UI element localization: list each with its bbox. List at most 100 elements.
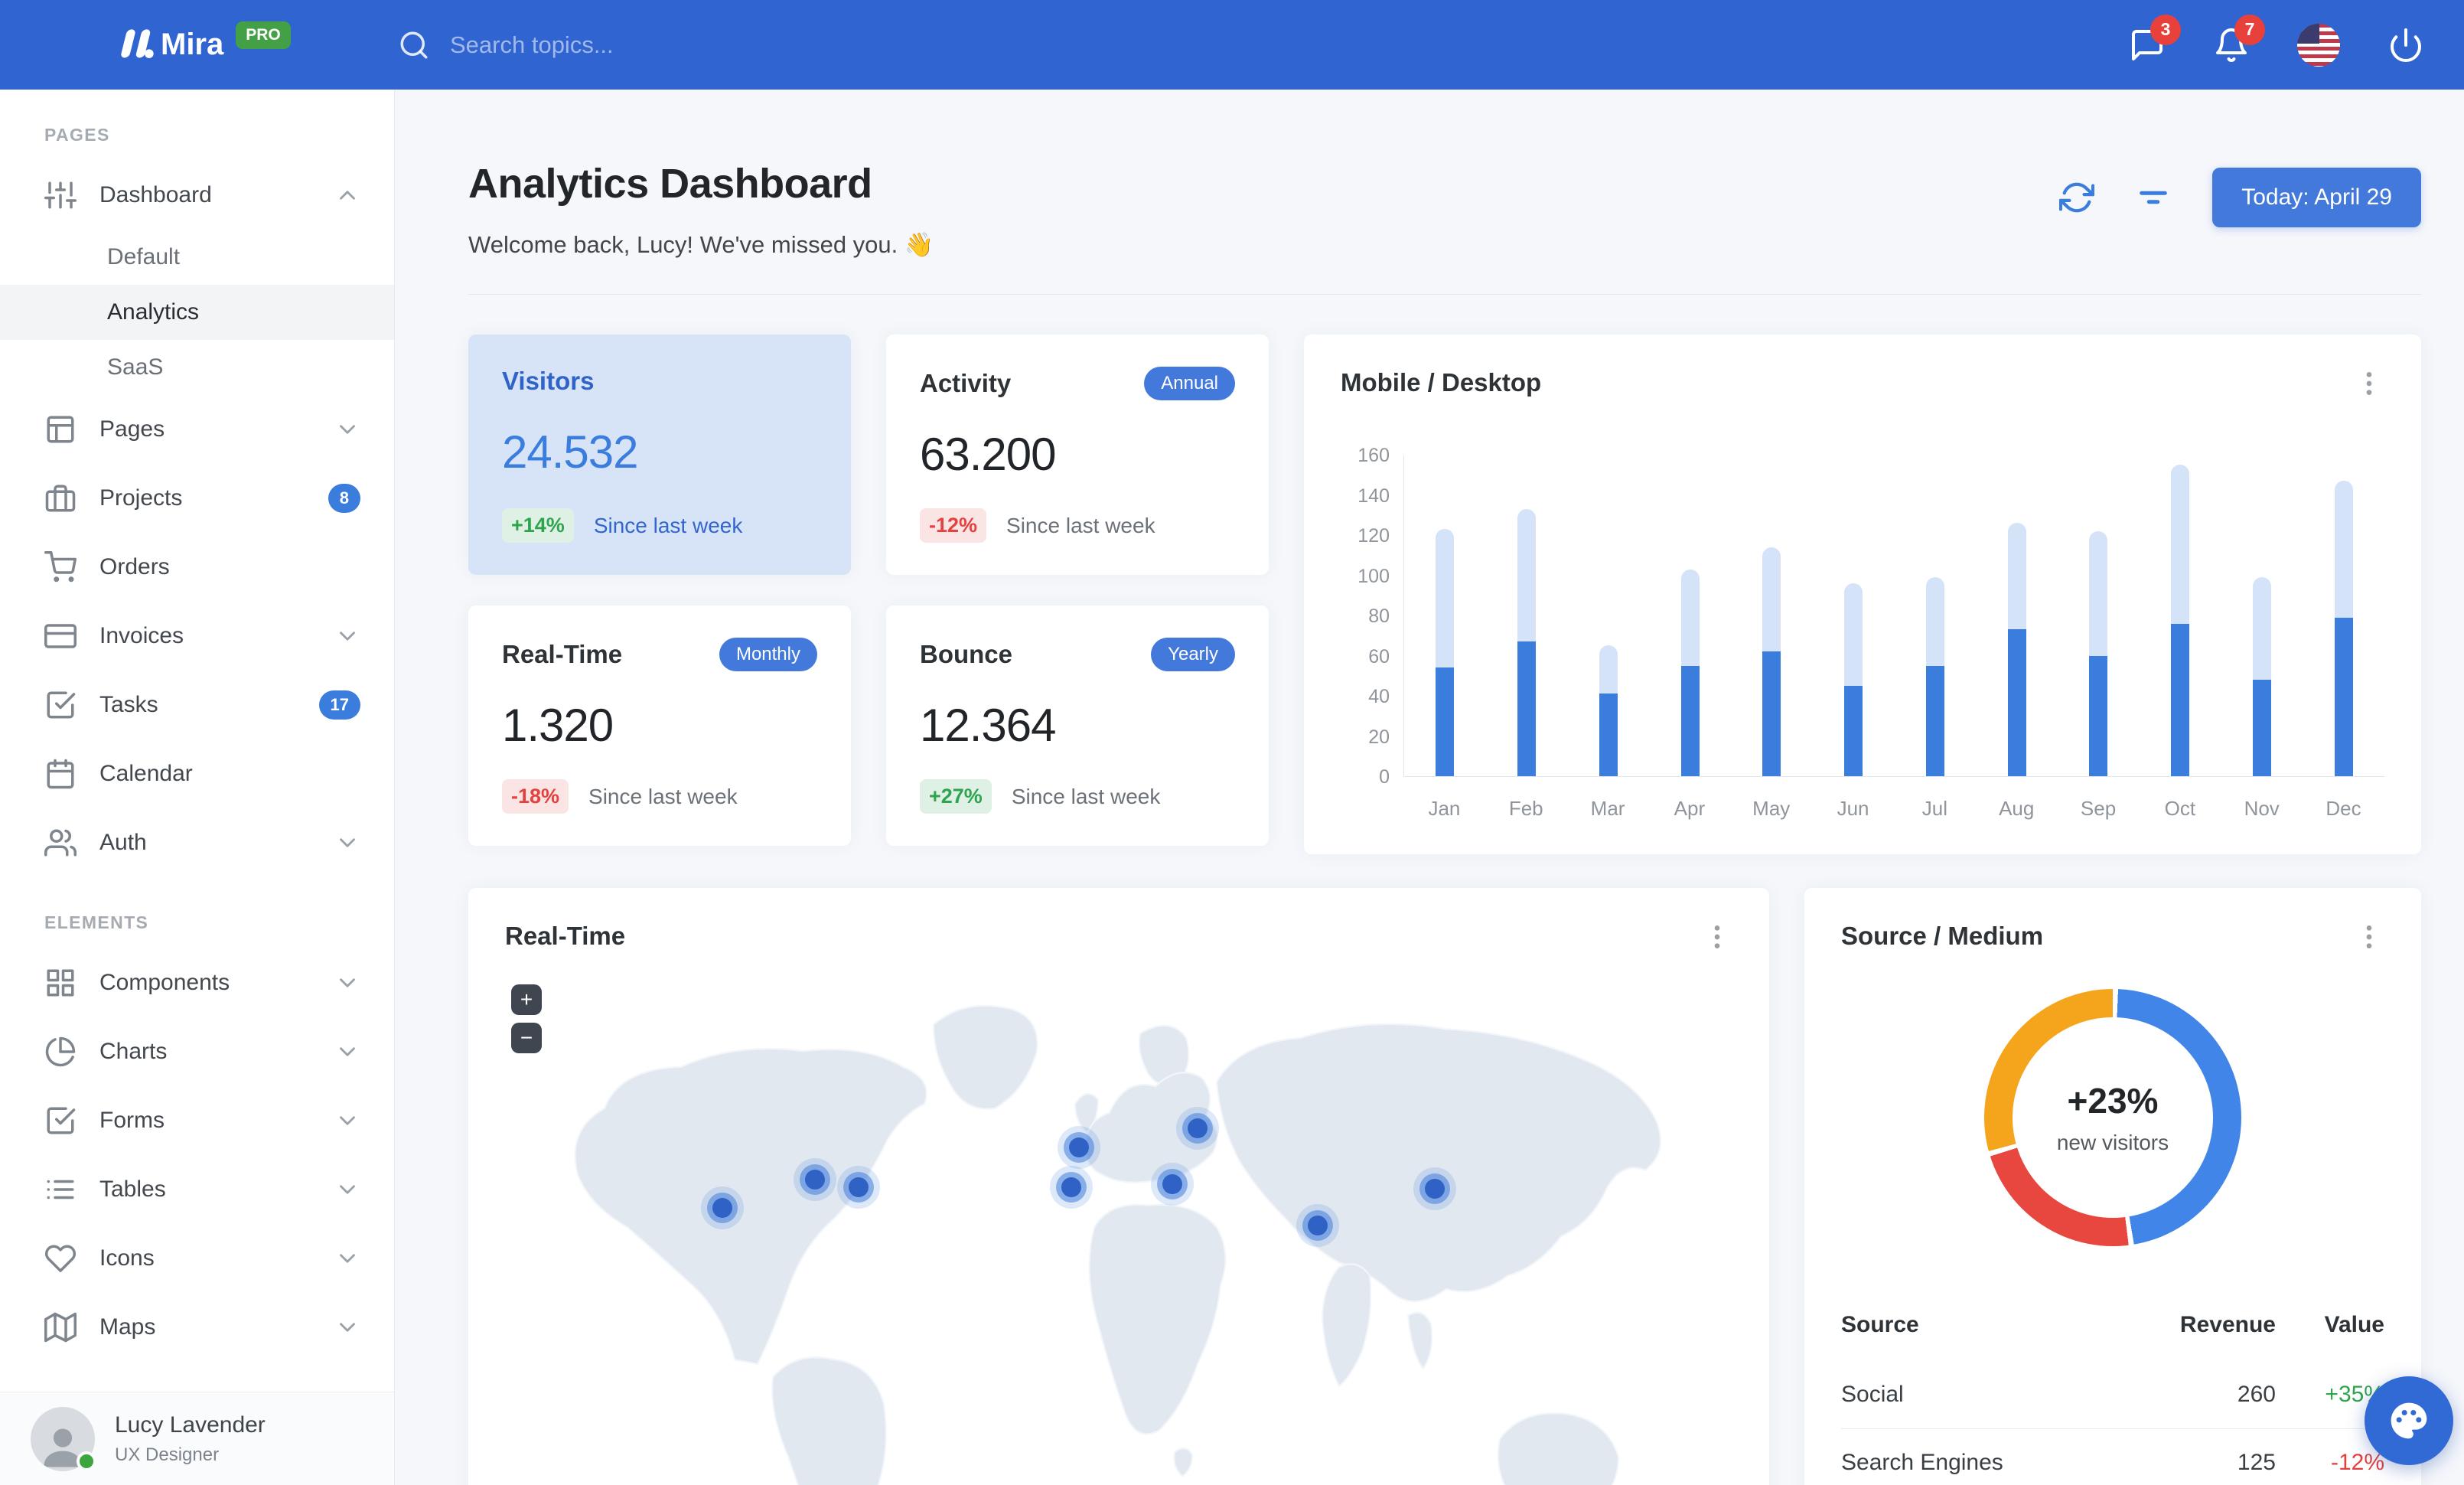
map-zoom-in-button[interactable]: +: [511, 984, 542, 1015]
map-zoom-out-button[interactable]: −: [511, 1023, 542, 1053]
shopping-cart-icon: [44, 551, 77, 583]
users-icon: [44, 827, 77, 859]
donut-center-value: +23%: [2067, 1081, 2159, 1121]
x-axis: Jan Feb Mar Apr May Jun Jul Aug Sep Oct Nov Dec: [1403, 797, 2384, 821]
col-header-revenue: Revenue: [2179, 1312, 2276, 1337]
sidebar-item-calendar[interactable]: Calendar: [0, 739, 394, 808]
map-marker[interactable]: [1069, 1137, 1089, 1157]
notifications-button[interactable]: 7: [2213, 14, 2265, 64]
sidebar-item-label: Pages: [99, 416, 165, 442]
sidebar-item-invoices[interactable]: Invoices: [0, 602, 394, 671]
bar-segment-mobile: [2334, 617, 2353, 776]
pie-chart-icon: [44, 1036, 77, 1068]
sidebar-item-pages[interactable]: Pages: [0, 395, 394, 464]
x-tick-label: Sep: [2080, 797, 2117, 820]
brand[interactable]: Mira PRO: [107, 21, 398, 64]
language-flag-us[interactable]: [2297, 23, 2340, 67]
stat-caption: Since last week: [1011, 784, 1161, 808]
sidebar-item-dashboard[interactable]: Dashboard: [0, 161, 394, 230]
y-tick-label: 80: [1368, 605, 1390, 627]
chevron-down-icon: [334, 1245, 360, 1271]
sidebar-item-icons[interactable]: Icons: [0, 1224, 394, 1293]
stat-card-visitors: Visitors 24.532 +14% Since last week: [468, 335, 851, 575]
stat-card-head: Real-Time Monthly: [502, 638, 817, 671]
sidebar-item-default[interactable]: Default: [0, 230, 394, 285]
delta-badge: -18%: [502, 779, 569, 814]
period-badge[interactable]: Annual: [1144, 367, 1235, 400]
theme-settings-fab[interactable]: [2365, 1376, 2453, 1465]
messages-button[interactable]: 3: [2129, 14, 2181, 64]
sidebar-nav: PAGES Dashboard Default Analytics SaaS Pages P…: [0, 90, 394, 1433]
x-tick-label: Mar: [1590, 797, 1625, 820]
stat-card-real-time: Real-Time Monthly 1.320 -18% Since last week: [468, 605, 851, 846]
search-input[interactable]: [450, 31, 802, 59]
count-badge: 17: [318, 690, 360, 720]
chevron-down-icon: [334, 1314, 360, 1340]
y-tick-label: 0: [1379, 766, 1390, 788]
today-date-button[interactable]: Today: April 29: [2212, 168, 2421, 227]
sidebar-item-saas[interactable]: SaaS: [0, 340, 394, 395]
credit-card-icon: [44, 620, 77, 652]
bar-group-mar: [1599, 645, 1618, 776]
bar-plot: [1403, 455, 2384, 777]
main-content: Analytics Dashboard Welcome back, Lucy! …: [395, 90, 2464, 1485]
brand-name: Mira: [161, 28, 224, 61]
bar-group-nov: [2252, 577, 2271, 776]
period-badge[interactable]: Monthly: [719, 638, 817, 671]
x-tick-label: Feb: [1508, 797, 1543, 820]
map-marker[interactable]: [1061, 1177, 1081, 1197]
sidebar-user[interactable]: Lucy Lavender UX Designer: [0, 1392, 394, 1485]
bar-group-oct: [2171, 465, 2190, 776]
bar-group-may: [1762, 547, 1781, 776]
welcome-message: Welcome back, Lucy! We've missed you. 👋: [468, 231, 934, 258]
global-search[interactable]: [398, 29, 802, 61]
bar-segment-desktop: [2252, 577, 2271, 680]
count-badge: 8: [328, 484, 360, 513]
card-title: Source / Medium: [1841, 922, 2044, 950]
cell-source: Search Engines: [1841, 1450, 2003, 1475]
refresh-icon[interactable]: [2059, 180, 2095, 215]
map-marker[interactable]: [1162, 1174, 1182, 1194]
map-marker[interactable]: [1308, 1216, 1328, 1235]
bar-segment-desktop: [2171, 465, 2190, 624]
stat-card-foot: -12% Since last week: [920, 508, 1235, 543]
sidebar-item-maps[interactable]: Maps: [0, 1293, 394, 1362]
sidebar-item-tables[interactable]: Tables: [0, 1155, 394, 1224]
delta-badge: -12%: [920, 508, 987, 543]
filter-icon[interactable]: [2136, 180, 2171, 215]
sidebar-item-tasks[interactable]: Tasks 17: [0, 671, 394, 739]
sliders-icon: [44, 179, 77, 211]
stat-value: 63.200: [920, 429, 1057, 480]
sidebar-item-forms[interactable]: Forms: [0, 1086, 394, 1155]
sidebar-item-charts[interactable]: Charts: [0, 1017, 394, 1086]
stat-caption: Since last week: [593, 513, 743, 537]
sidebar-item-auth[interactable]: Auth: [0, 808, 394, 877]
delta-badge: +27%: [920, 779, 992, 814]
sidebar-item-projects[interactable]: Projects 8: [0, 464, 394, 533]
bar-segment-mobile: [1517, 641, 1537, 776]
sidebar-item-orders[interactable]: Orders: [0, 533, 394, 602]
map-marker[interactable]: [805, 1170, 825, 1190]
x-tick-label: Jul: [1921, 797, 1947, 820]
map-marker[interactable]: [712, 1198, 732, 1218]
bar-group-apr: [1680, 569, 1700, 776]
user-name: Lucy Lavender: [115, 1412, 266, 1438]
table-row: Social 260 +35%: [1841, 1361, 2384, 1429]
stat-card-foot: +27% Since last week: [920, 779, 1235, 814]
map-marker[interactable]: [849, 1177, 869, 1197]
bar-segment-desktop: [2007, 523, 2026, 630]
more-vertical-icon[interactable]: [2354, 368, 2384, 399]
sign-out-button[interactable]: [2387, 27, 2424, 64]
sidebar-item-analytics[interactable]: Analytics: [0, 285, 394, 340]
x-tick-label: Oct: [2164, 797, 2196, 820]
x-tick-label: Aug: [1999, 797, 2035, 820]
chevron-down-icon: [334, 830, 360, 856]
stacked-bar-chart: 160 140 120 100 80 60 40 20 0 Jan Feb Mar Apr May Jun…: [1341, 445, 2384, 821]
y-tick-label: 160: [1357, 445, 1390, 466]
map-marker[interactable]: [1188, 1118, 1208, 1138]
more-vertical-icon[interactable]: [1702, 922, 1732, 952]
period-badge[interactable]: Yearly: [1151, 638, 1235, 671]
map-marker[interactable]: [1425, 1179, 1445, 1199]
more-vertical-icon[interactable]: [2354, 922, 2384, 952]
sidebar-item-components[interactable]: Components: [0, 948, 394, 1017]
